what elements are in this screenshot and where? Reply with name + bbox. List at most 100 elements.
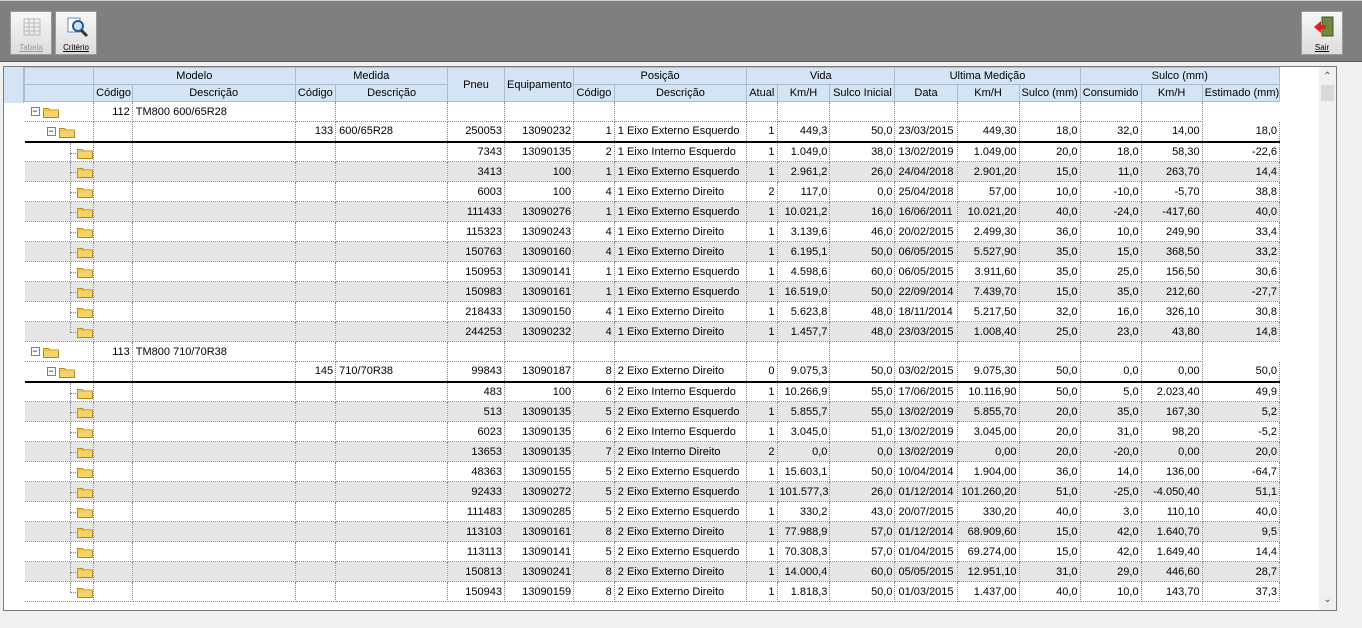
- table-row[interactable]: 244253 13090232 4 1 Eixo Externo Direito 1 1.…: [24, 321, 1281, 342]
- posicao-descricao-cell: 2 Eixo Externo Direito: [614, 361, 748, 383]
- sulco-mm-cell: 32,0: [1019, 301, 1081, 322]
- medida-descricao-header[interactable]: Descrição: [335, 84, 449, 102]
- ultima-kmh-cell: 0,00: [957, 441, 1020, 462]
- consumido-cell: 42,0: [1080, 521, 1142, 542]
- consumido-header[interactable]: Consumido: [1079, 84, 1142, 102]
- tabela-label: Tabela: [19, 43, 43, 52]
- table-row[interactable]: 3413 100 1 1 Eixo Externo Esquerdo 1 2.961,2 2…: [24, 161, 1281, 182]
- tree-column-header: [4, 67, 24, 103]
- table-row[interactable]: 115323 13090243 4 1 Eixo Externo Direito 1 3.…: [24, 221, 1281, 242]
- collapse-icon[interactable]: −: [30, 107, 40, 116]
- data-cell: 01/04/2015: [894, 541, 958, 562]
- collapse-icon[interactable]: −: [46, 367, 56, 376]
- modelo-group-row[interactable]: − 113 TM800 710/70R38: [24, 341, 1280, 362]
- sair-button[interactable]: Sair: [1301, 11, 1343, 55]
- data-cell: 01/12/2014: [894, 521, 958, 542]
- table-row[interactable]: 111433 13090276 1 1 Eixo Externo Esquerdo 1 1…: [24, 201, 1281, 222]
- data-cell: 20/07/2015: [894, 501, 958, 522]
- table-row[interactable]: 48363 13090155 5 2 Eixo Externo Esquerdo 1 15…: [24, 461, 1281, 482]
- sulco-mm-header[interactable]: Sulco (mm): [1018, 84, 1081, 102]
- ultima-kmh-cell: 69.274,00: [957, 541, 1020, 562]
- modelo-codigo-cell: 112: [93, 101, 133, 122]
- sulco-mm-cell: 36,0: [1019, 221, 1081, 242]
- table-row[interactable]: 150943 13090159 8 2 Eixo Externo Direito 1 1.…: [24, 581, 1281, 602]
- atual-cell: 2: [746, 441, 778, 462]
- atual-cell: 0: [746, 361, 778, 383]
- sulco-inicial-cell: 46,0: [829, 221, 896, 242]
- modelo-codigo-header[interactable]: Código: [93, 84, 133, 102]
- posicao-descricao-cell: 2 Eixo Externo Direito: [614, 581, 748, 602]
- folder-icon: [76, 388, 93, 399]
- table-row[interactable]: 6023 13090135 6 2 Eixo Interno Esquerdo 1 3.0…: [24, 421, 1281, 442]
- posicao-codigo-cell: 4: [573, 221, 615, 242]
- scroll-thumb[interactable]: [1321, 85, 1334, 101]
- posicao-descricao-cell: 1 Eixo Interno Esquerdo: [614, 141, 748, 162]
- pneu-header[interactable]: Pneu: [447, 67, 505, 102]
- ultima-kmh-cell: 2.499,30: [957, 221, 1020, 242]
- posicao-descricao-cell: 2 Eixo Externo Direito: [614, 561, 748, 582]
- collapse-icon[interactable]: −: [46, 127, 56, 136]
- ultima-kmh-header[interactable]: Km/H: [956, 84, 1020, 102]
- pneu-cell: 92433: [447, 481, 505, 502]
- consumido-cell: -20,0: [1080, 441, 1142, 462]
- sulco-inicial-header[interactable]: Sulco Inicial: [829, 84, 896, 102]
- folder-icon: [76, 468, 93, 478]
- equipamento-header[interactable]: Equipamento: [503, 67, 575, 102]
- table-row[interactable]: 150983 13090161 1 1 Eixo Externo Esquerdo 1 1…: [24, 281, 1281, 302]
- posicao-descricao-cell: 1 Eixo Externo Direito: [614, 321, 748, 342]
- table-row[interactable]: 113103 13090161 8 2 Eixo Externo Direito 1 77…: [24, 521, 1281, 542]
- sulco-kmh-cell: -4.050,40: [1141, 481, 1203, 502]
- table-row[interactable]: 7343 13090135 2 1 Eixo Interno Esquerdo 1 1.0…: [24, 141, 1281, 162]
- table-row[interactable]: 113113 13090141 5 2 Eixo Externo Esquerdo 1 7…: [24, 541, 1281, 562]
- modelo-descricao-header[interactable]: Descrição: [131, 84, 296, 102]
- modelo-descricao-cell: TM800 600/65R28: [132, 101, 296, 122]
- equipamento-cell: 13090135: [504, 421, 575, 442]
- medida-codigo-header[interactable]: Código: [294, 84, 337, 102]
- estimado-cell: 5,2: [1202, 401, 1281, 422]
- medida-group-row[interactable]: −133 600/65R28 250053 13090232 1 1 Eixo Exter…: [24, 121, 1281, 143]
- modelo-group-row[interactable]: − 112 TM800 600/65R28: [24, 101, 1280, 122]
- vida-kmh-header[interactable]: Km/H: [776, 84, 831, 102]
- table-row[interactable]: 92433 13090272 5 2 Eixo Externo Esquerdo 1 10…: [24, 481, 1281, 502]
- data-cell: 23/03/2015: [894, 121, 958, 143]
- table-row[interactable]: 111483 13090285 5 2 Eixo Externo Esquerdo 1 3…: [24, 501, 1281, 522]
- table-row[interactable]: 6003 100 4 1 Eixo Externo Direito 2 117,0 0,0 2…: [24, 181, 1281, 202]
- folder-icon: [76, 188, 93, 198]
- posicao-descricao-header[interactable]: Descrição: [613, 84, 748, 102]
- data-header[interactable]: Data: [894, 84, 958, 102]
- sulco-mm-cell: 15,0: [1019, 281, 1081, 302]
- tabela-button[interactable]: Tabela: [10, 11, 52, 55]
- vida-kmh-cell: 16.519,0: [777, 281, 831, 302]
- table-row[interactable]: 218433 13090150 4 1 Eixo Externo Direito 1 5.…: [24, 301, 1281, 322]
- table-row[interactable]: 150953 13090141 1 1 Eixo Externo Esquerdo 1 4…: [24, 261, 1281, 282]
- table-row[interactable]: 513 13090135 5 2 Eixo Externo Esquerdo 1 5.85…: [24, 401, 1281, 422]
- atual-header[interactable]: Atual: [746, 84, 778, 102]
- sulco-kmh-cell: 98,20: [1141, 421, 1203, 442]
- vertical-scrollbar[interactable]: ⌃ ⌄: [1319, 67, 1336, 610]
- posicao-descricao-cell: 2 Eixo Externo Esquerdo: [614, 541, 748, 562]
- table-row[interactable]: 483 100 6 2 Eixo Interno Esquerdo 1 10.266,9 5…: [24, 381, 1281, 402]
- estimado-header[interactable]: Estimado (mm): [1201, 84, 1281, 102]
- posicao-codigo-cell: 1: [573, 261, 615, 282]
- table-row[interactable]: 13653 13090135 7 2 Eixo Interno Direito 2 0,0…: [24, 441, 1281, 462]
- sulco-kmh-header[interactable]: Km/H: [1140, 84, 1203, 102]
- medida-codigo-cell: 133: [295, 121, 337, 143]
- equipamento-cell: 13090141: [504, 261, 575, 282]
- table-row[interactable]: 150813 13090241 8 2 Eixo Externo Direito 1 14…: [24, 561, 1281, 582]
- scroll-down-icon[interactable]: ⌄: [1319, 592, 1336, 608]
- folder-icon: [76, 328, 93, 338]
- magnifier-icon: [67, 17, 89, 38]
- criterio-button[interactable]: Critério: [55, 11, 97, 55]
- scroll-up-icon[interactable]: ⌃: [1319, 69, 1336, 85]
- estimado-cell: 40,0: [1202, 201, 1281, 222]
- posicao-codigo-header[interactable]: Código: [573, 84, 615, 102]
- atual-cell: 1: [746, 281, 778, 302]
- sulco-mm-cell: 40,0: [1019, 581, 1081, 602]
- medida-group-row[interactable]: − 145 710/70R38 99843 13090187 8 2 Eixo Extern…: [24, 361, 1281, 383]
- atual-cell: 1: [746, 221, 778, 242]
- sulco-kmh-cell: 326,10: [1141, 301, 1203, 322]
- ultima-kmh-cell: 2.901,20: [957, 161, 1020, 182]
- atual-cell: 2: [746, 181, 778, 202]
- table-row[interactable]: 150763 13090160 4 1 Eixo Externo Direito 1 6.…: [24, 241, 1281, 262]
- collapse-icon[interactable]: −: [30, 347, 40, 356]
